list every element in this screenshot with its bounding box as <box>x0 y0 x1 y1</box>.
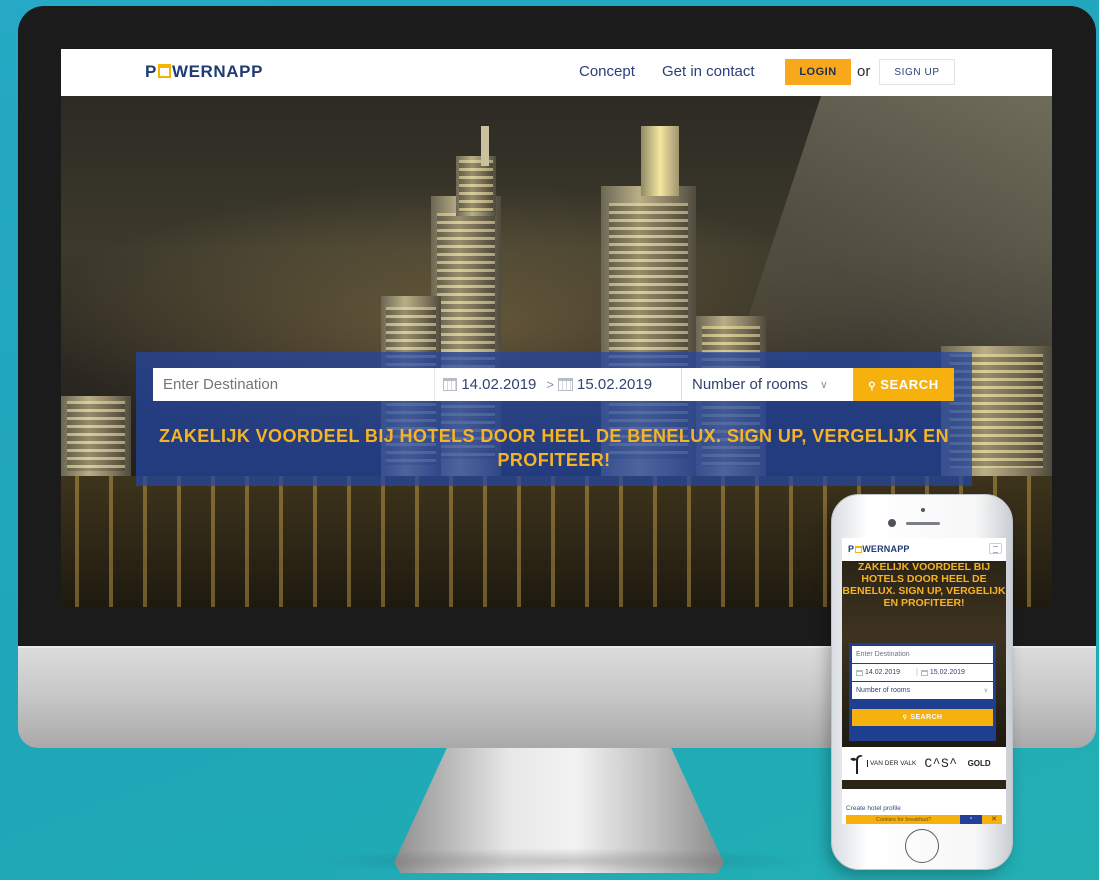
vandervalk-bird-icon <box>847 753 865 775</box>
skyline-antenna <box>481 126 489 166</box>
mobile-date-row[interactable]: 14.02.2019 | 15.02.2019 <box>852 664 993 681</box>
phone-sensor <box>921 508 925 512</box>
search-icon: ⚲ <box>902 715 908 721</box>
hero-tagline: ZAKELIJK VOORDEEL BIJ HOTELS DOOR HEEL D… <box>159 426 949 470</box>
phone-speaker <box>906 522 940 525</box>
create-profile-link[interactable]: Create hotel profile <box>846 805 901 812</box>
login-button[interactable]: LOGIN <box>785 59 851 85</box>
mobile-search-panel: Enter Destination 14.02.2019 | 15.02.201… <box>849 643 996 741</box>
calendar-icon <box>443 378 458 391</box>
mobile-nav: P WERNAPP <box>842 538 1006 561</box>
checkin-date[interactable]: 14.02.2019 > <box>434 368 556 401</box>
checkout-date[interactable]: 15.02.2019 <box>556 368 681 401</box>
mobile-hero: ZAKELIJK VOORDEEL BIJ HOTELS DOOR HEEL D… <box>842 561 1006 747</box>
casa-logo: C^S^ <box>924 756 958 771</box>
powernapp-logo[interactable]: P WERNAPP <box>145 62 263 82</box>
chevron-down-icon: ∨ <box>983 688 988 694</box>
partner-logos: VAN DER VALK C^S^ GOLD <box>842 747 1006 789</box>
menu-icon[interactable] <box>989 543 1002 554</box>
cookie-text: Cookies for breakfast? <box>876 816 932 823</box>
search-panel: 14.02.2019 > 15.02.2019 Number of rooms … <box>136 352 972 486</box>
phone-mockup: P WERNAPP ZAKELIJK VOORDEEL BIJ HOTELS DO… <box>831 494 1013 870</box>
cookie-accept-button[interactable]: ^ <box>960 815 982 824</box>
search-bar: 14.02.2019 > 15.02.2019 Number of rooms … <box>153 368 954 401</box>
rooms-select[interactable]: Number of rooms ∨ <box>681 368 853 401</box>
mobile-destination-input[interactable]: Enter Destination <box>852 646 993 663</box>
destination-input[interactable] <box>153 368 434 401</box>
cookie-banner: Cookies for breakfast? ^ ✕ <box>846 815 1002 824</box>
signup-button[interactable]: SIGN UP <box>879 59 955 85</box>
nav-or-text: or <box>857 63 871 80</box>
stand-shadow <box>300 848 820 874</box>
skyline-tower <box>61 396 131 476</box>
nav-link-concept[interactable]: Concept <box>579 63 635 80</box>
vandervalk-logo: VAN DER VALK <box>867 760 916 767</box>
close-icon[interactable]: ✕ <box>991 815 997 823</box>
skyline-tower <box>641 126 679 196</box>
mobile-search-button[interactable]: ⚲ SEARCH <box>852 709 993 726</box>
phone-camera <box>888 519 896 527</box>
logo-o-glyph <box>854 546 862 553</box>
calendar-icon <box>558 378 573 391</box>
calendar-icon <box>856 669 863 676</box>
nav-link-contact[interactable]: Get in contact <box>662 63 755 80</box>
skyline-tower <box>456 156 496 216</box>
chevron-down-icon: ∨ <box>819 379 828 391</box>
phone-home-button[interactable] <box>905 829 939 863</box>
mobile-tagline: ZAKELIJK VOORDEEL BIJ HOTELS DOOR HEEL D… <box>842 561 1006 609</box>
gold-logo: GOLD <box>967 759 991 768</box>
mobile-screen: P WERNAPP ZAKELIJK VOORDEEL BIJ HOTELS DO… <box>842 538 1006 824</box>
logo-o-glyph <box>157 64 171 78</box>
top-nav: P WERNAPP Concept Get in contact LOGIN or… <box>61 49 1052 96</box>
mobile-rooms-select[interactable]: Number of rooms ∨ <box>852 682 993 699</box>
calendar-icon <box>920 669 928 676</box>
date-arrow-icon: > <box>546 377 554 392</box>
mobile-logo[interactable]: P WERNAPP <box>848 544 910 554</box>
search-icon: ⚲ <box>868 381 877 392</box>
search-button[interactable]: ⚲ SEARCH <box>853 368 954 401</box>
